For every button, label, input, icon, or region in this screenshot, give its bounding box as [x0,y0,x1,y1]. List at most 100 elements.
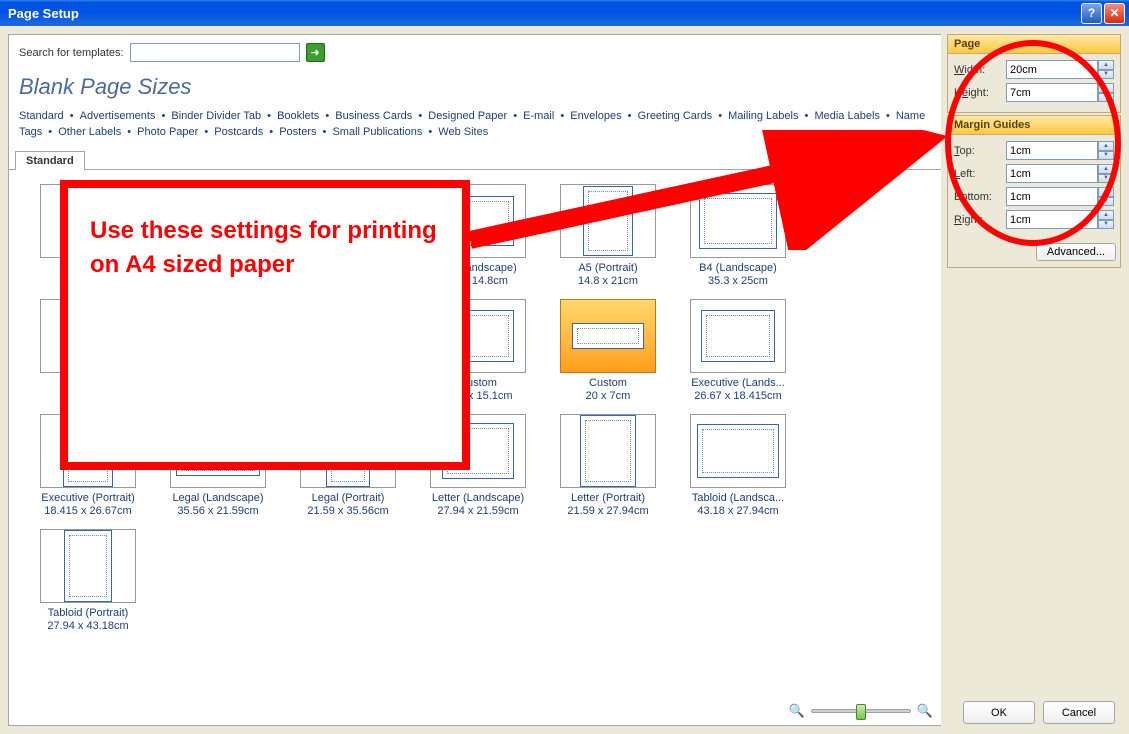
dialog-buttons: OK Cancel [963,701,1115,724]
spinner-down-icon[interactable]: ▼ [1098,70,1114,80]
category-link[interactable]: Standard [19,110,64,122]
template-name: Letter (Landscape) [432,492,524,505]
search-go-button[interactable]: ➜ [306,43,325,62]
bottom-label: Bottom: [954,191,1006,203]
template-dims: 27.94 x 43.18cm [47,620,128,632]
search-input[interactable] [130,43,300,62]
template-item[interactable]: A5 (Portrait)14.8 x 21cm [549,184,667,287]
category-link[interactable]: Booklets [277,110,319,122]
template-item[interactable]: Tabloid (Portrait)27.94 x 43.18cm [29,529,147,632]
template-item[interactable]: Tabloid (Landsca...43.18 x 27.94cm [679,414,797,517]
category-link[interactable]: Other Labels [58,126,121,138]
category-link[interactable]: Advertisements [80,110,156,122]
page-section-header: Page [948,35,1120,54]
tab-strip: Standard [9,150,941,170]
ok-button[interactable]: OK [963,701,1035,724]
width-input[interactable] [1006,60,1098,79]
template-name: Tabloid (Portrait) [48,607,129,620]
tab-standard[interactable]: Standard [15,151,85,170]
category-link[interactable]: Designed Paper [428,110,507,122]
template-name: Legal (Landscape) [172,492,263,505]
category-link[interactable]: Business Cards [335,110,412,122]
template-dims: 27.94 x 21.59cm [437,505,518,517]
width-spinner[interactable]: ▲▼ [1006,60,1114,79]
spinner-down-icon[interactable]: ▼ [1098,220,1114,230]
template-thumb [560,299,656,373]
close-button[interactable]: ✕ [1104,3,1125,24]
spinner-down-icon[interactable]: ▼ [1098,93,1114,103]
advanced-button[interactable]: Advanced... [1036,243,1116,261]
height-input[interactable] [1006,83,1098,102]
right-spinner[interactable]: ▲▼ [1006,210,1114,229]
category-link[interactable]: Web Sites [438,126,488,138]
category-links: Standard • Advertisements • Binder Divid… [9,108,941,150]
top-spinner[interactable]: ▲▼ [1006,141,1114,160]
category-link[interactable]: Postcards [214,126,263,138]
template-item[interactable]: Letter (Portrait)21.59 x 27.94cm [549,414,667,517]
spinner-down-icon[interactable]: ▼ [1098,197,1114,207]
category-link[interactable]: E-mail [523,110,554,122]
template-dims: 14.8 x 21cm [578,275,638,287]
category-link[interactable]: Small Publications [332,126,422,138]
annotation-box: Use these settings for printing on A4 si… [60,180,470,470]
template-item[interactable]: B4 (Landscape)35.3 x 25cm [679,184,797,287]
search-bar: Search for templates: ➜ [9,35,941,70]
category-link[interactable]: Media Labels [814,110,879,122]
template-thumb [690,184,786,258]
category-link[interactable]: Greeting Cards [638,110,713,122]
category-link[interactable]: Mailing Labels [728,110,798,122]
template-item[interactable]: Custom20 x 7cm [549,299,667,402]
template-name: Executive (Portrait) [41,492,135,505]
titlebar: Page Setup ? ✕ [0,0,1129,26]
margin-section-header: Margin Guides [948,116,1120,135]
height-label: Height: [954,87,1006,99]
left-label: Left: [954,168,1006,180]
template-name: Executive (Lands... [691,377,785,390]
template-dims: 20 x 7cm [586,390,631,402]
category-link[interactable]: Posters [279,126,316,138]
arrow-right-icon: ➜ [310,46,319,59]
spinner-up-icon[interactable]: ▲ [1098,210,1114,220]
template-thumb [690,299,786,373]
template-thumb [560,414,656,488]
zoom-out-icon[interactable]: 🔍 [789,703,805,719]
category-link[interactable]: Photo Paper [137,126,198,138]
search-label: Search for templates: [19,47,124,59]
spinner-up-icon[interactable]: ▲ [1098,164,1114,174]
template-name: Letter (Portrait) [571,492,645,505]
zoom-slider-thumb[interactable] [856,704,866,720]
category-link[interactable]: Binder Divider Tab [171,110,261,122]
category-link[interactable]: Envelopes [570,110,621,122]
bottom-spinner[interactable]: ▲▼ [1006,187,1114,206]
annotation-text: Use these settings for printing on A4 si… [90,214,440,282]
template-dims: 43.18 x 27.94cm [697,505,778,517]
spinner-up-icon[interactable]: ▲ [1098,83,1114,93]
top-label: Top: [954,145,1006,157]
height-spinner[interactable]: ▲▼ [1006,83,1114,102]
bottom-input[interactable] [1006,187,1098,206]
template-name: Tabloid (Landsca... [692,492,784,505]
spinner-up-icon[interactable]: ▲ [1098,141,1114,151]
template-thumb [560,184,656,258]
template-thumb [690,414,786,488]
top-input[interactable] [1006,141,1098,160]
help-button[interactable]: ? [1081,3,1102,24]
right-input[interactable] [1006,210,1098,229]
template-name: A5 (Portrait) [578,262,637,275]
zoom-bar: 🔍 🔍 [12,698,933,724]
left-spinner[interactable]: ▲▼ [1006,164,1114,183]
spinner-up-icon[interactable]: ▲ [1098,60,1114,70]
spinner-up-icon[interactable]: ▲ [1098,187,1114,197]
spinner-down-icon[interactable]: ▼ [1098,174,1114,184]
width-label: Width: [954,64,1006,76]
template-dims: 18.415 x 26.67cm [44,505,131,517]
template-item[interactable]: Executive (Lands...26.67 x 18.415cm [679,299,797,402]
cancel-button[interactable]: Cancel [1043,701,1115,724]
template-dims: 35.3 x 25cm [708,275,768,287]
template-name: B4 (Landscape) [699,262,777,275]
right-label: Right: [954,214,1006,226]
spinner-down-icon[interactable]: ▼ [1098,151,1114,161]
zoom-slider[interactable] [811,709,911,713]
left-input[interactable] [1006,164,1098,183]
zoom-in-icon[interactable]: 🔍 [917,703,933,719]
